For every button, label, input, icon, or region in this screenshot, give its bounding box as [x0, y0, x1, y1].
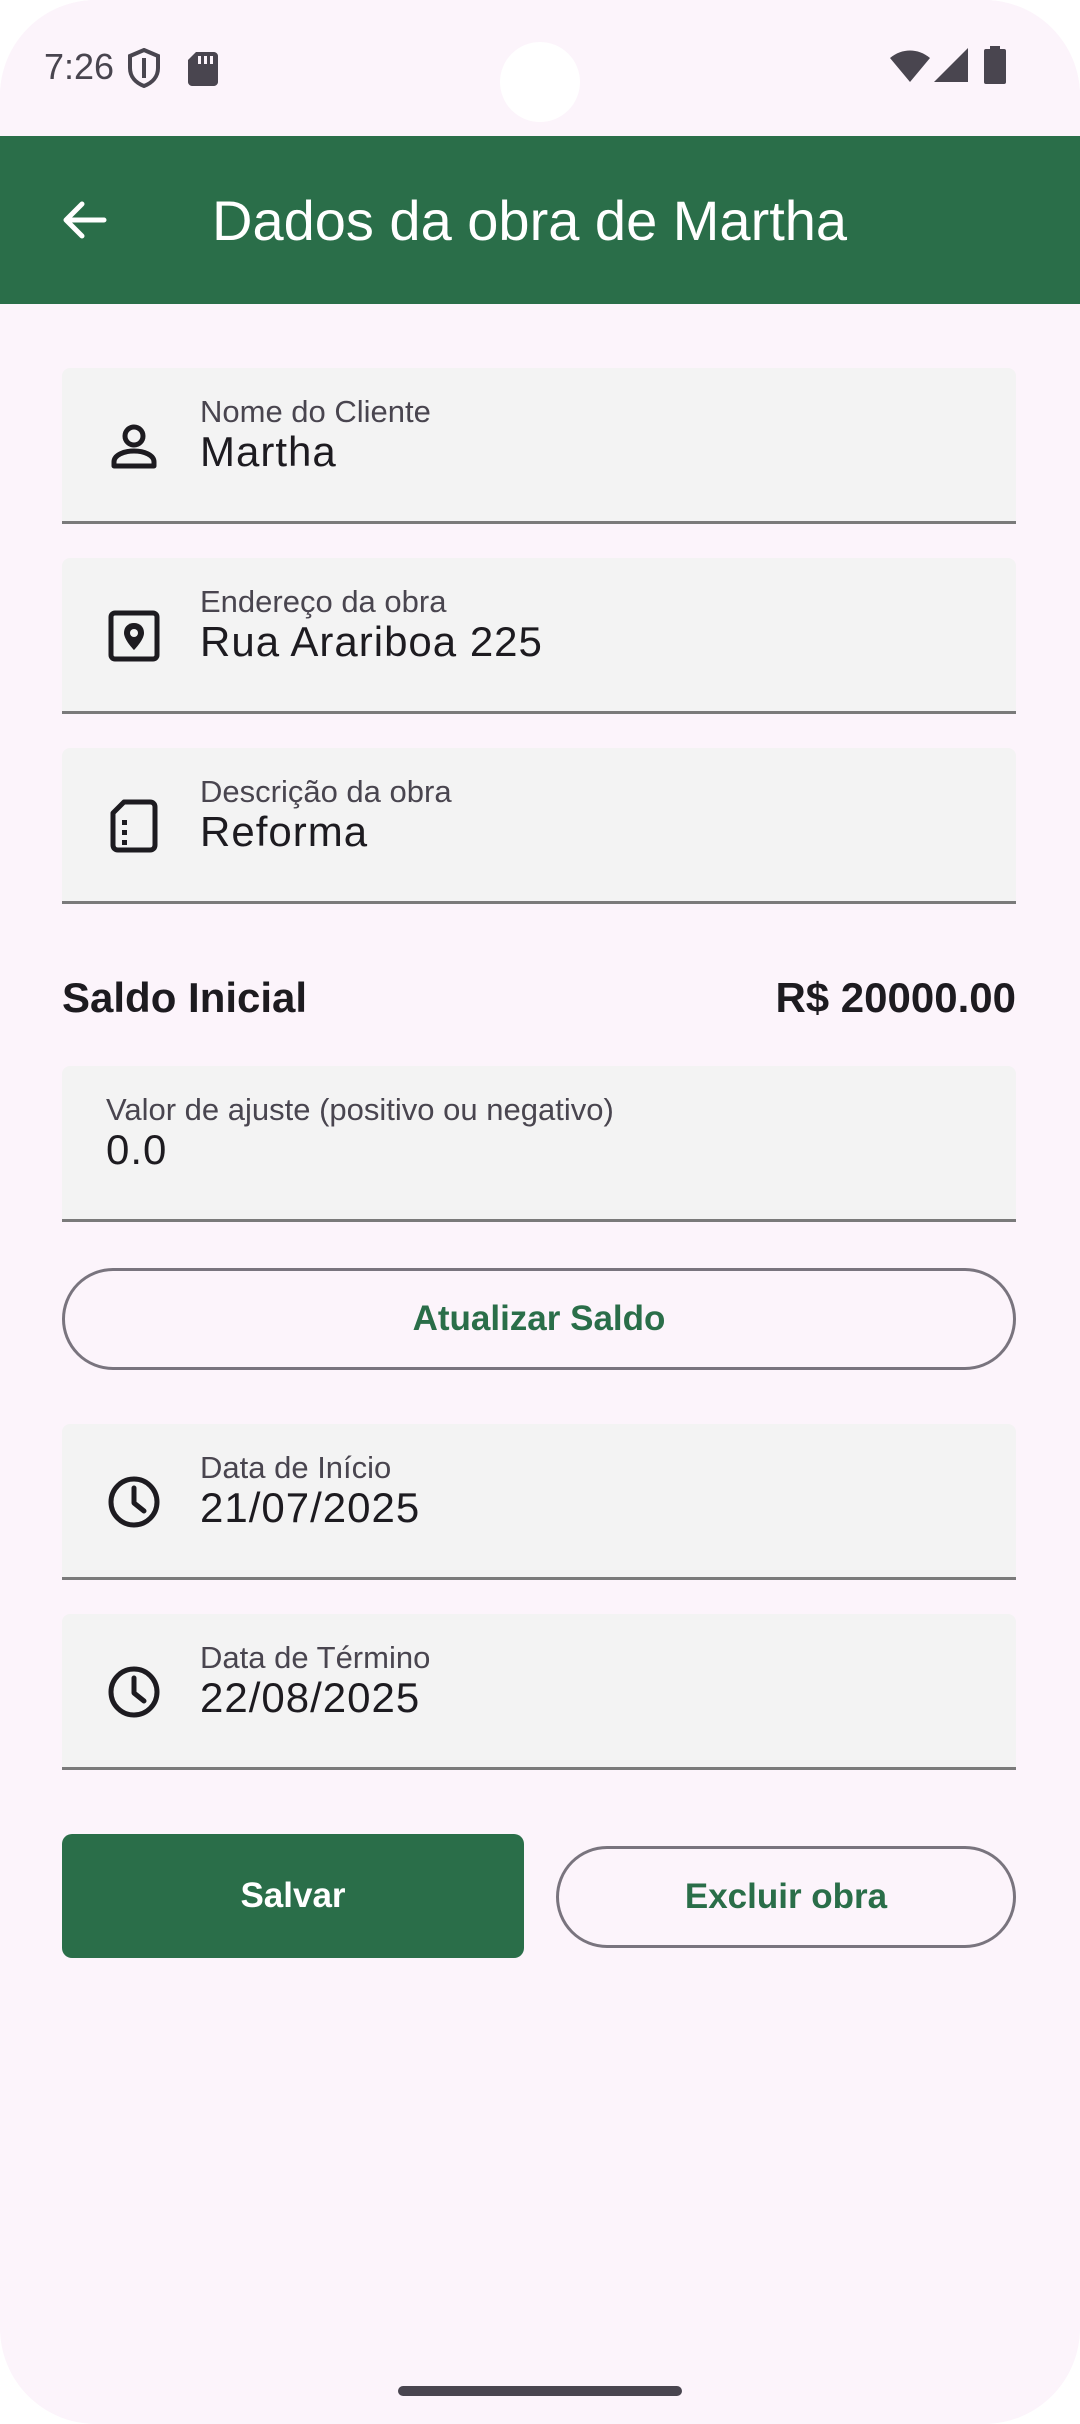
signal-icon	[934, 48, 968, 82]
document-icon	[110, 799, 158, 853]
description-label: Descrição da obra	[200, 774, 452, 809]
address-label: Endereço da obra	[200, 584, 447, 619]
adjustment-value: 0.0	[106, 1126, 168, 1173]
app-bar: Dados da obra de Martha	[0, 136, 1080, 304]
wifi-icon	[890, 50, 930, 82]
balance-value: R$ 20000.00	[775, 974, 1016, 1021]
end-date-label: Data de Término	[200, 1640, 431, 1675]
start-date-value: 21/07/2025	[200, 1484, 421, 1531]
address-value: Rua Arariboa 225	[200, 618, 543, 665]
update-balance-label: Atualizar Saldo	[412, 1299, 666, 1338]
adjustment-label: Valor de ajuste (positivo ou negativo)	[106, 1092, 614, 1127]
description-field[interactable]: Descrição da obra Reforma	[62, 748, 1016, 904]
adjustment-field[interactable]: Valor de ajuste (positivo ou negativo) 0…	[62, 1066, 1016, 1222]
status-bar: 7:26	[0, 0, 1080, 136]
clock-icon	[108, 1666, 160, 1718]
camera-cutout	[500, 42, 580, 122]
address-field[interactable]: Endereço da obra Rua Arariboa 225	[62, 558, 1016, 714]
end-date-value: 22/08/2025	[200, 1674, 421, 1721]
client-name-field[interactable]: Nome do Cliente Martha	[62, 368, 1016, 524]
delete-work-button[interactable]: Excluir obra	[556, 1846, 1016, 1948]
delete-work-label: Excluir obra	[684, 1877, 888, 1916]
location-pin-icon	[108, 610, 160, 662]
update-balance-button[interactable]: Atualizar Saldo	[62, 1268, 1016, 1370]
battery-icon	[984, 46, 1006, 84]
person-icon	[111, 424, 157, 469]
save-button-label: Salvar	[240, 1876, 346, 1915]
balance-row: Saldo Inicial R$ 20000.00	[62, 968, 1016, 1028]
start-date-label: Data de Início	[200, 1450, 392, 1485]
clock-icon	[108, 1476, 160, 1528]
description-value: Reforma	[200, 808, 369, 855]
sd-card-icon	[188, 52, 218, 86]
app-screen: 7:26 Dados da obra de Martha Nome do Cli…	[0, 0, 1080, 2424]
status-time: 7:26	[44, 46, 115, 87]
end-date-field[interactable]: Data de Término 22/08/2025	[62, 1614, 1016, 1770]
balance-label: Saldo Inicial	[62, 974, 308, 1021]
save-button[interactable]: Salvar	[62, 1834, 524, 1958]
client-name-label: Nome do Cliente	[200, 394, 431, 429]
page-title: Dados da obra de Martha	[212, 189, 848, 252]
start-date-field[interactable]: Data de Início 21/07/2025	[62, 1424, 1016, 1580]
back-button[interactable]	[36, 172, 132, 268]
shield-icon	[128, 48, 160, 88]
client-name-value: Martha	[200, 428, 337, 475]
home-indicator[interactable]	[398, 2386, 682, 2396]
arrow-back-icon	[63, 201, 107, 239]
